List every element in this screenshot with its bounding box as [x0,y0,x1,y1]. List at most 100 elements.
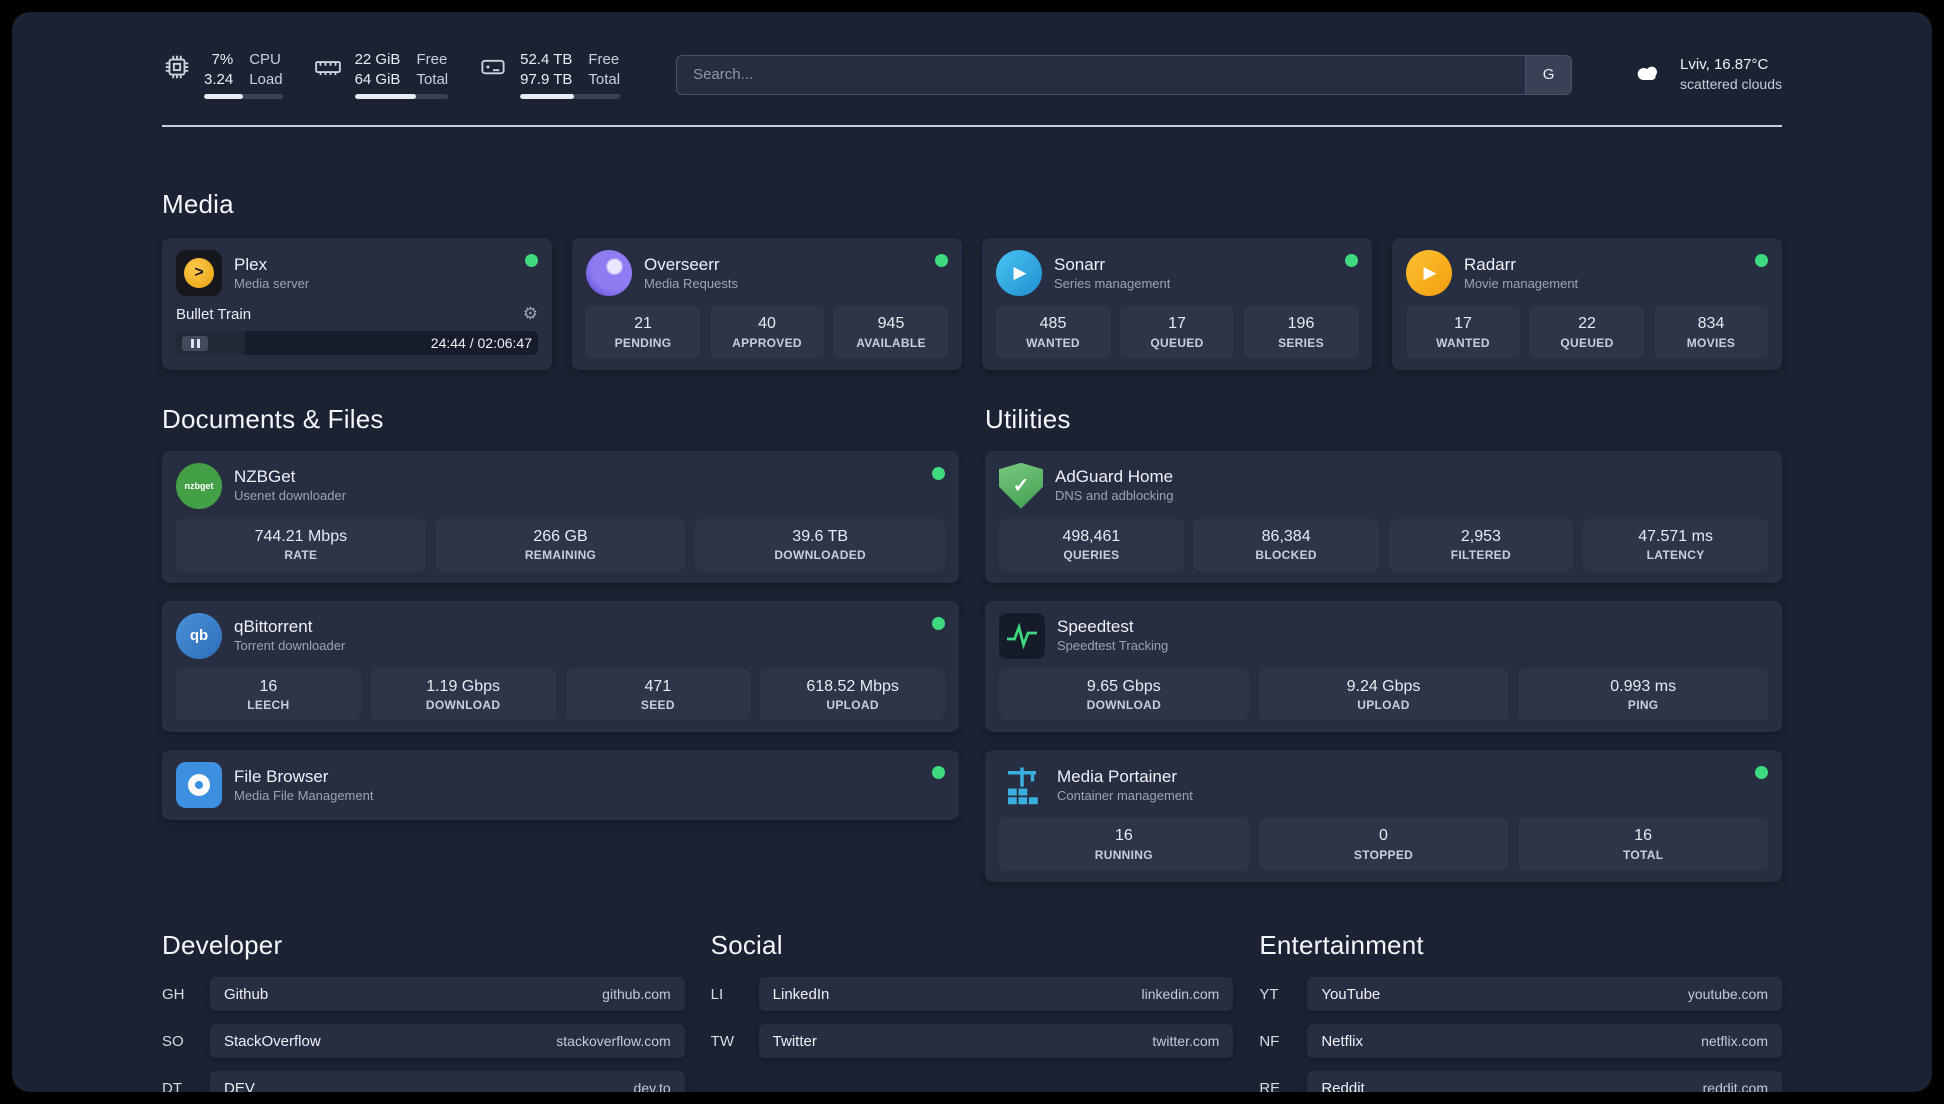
stat-tile-wanted: 485 WANTED [996,306,1110,358]
app-name-overseerr: Overseerr [644,254,720,274]
app-card-plex[interactable]: > Plex Media server Bullet Train ⚙ 24:44… [162,238,552,370]
status-dot-overseerr [935,254,948,267]
status-dot-radarr [1755,254,1768,267]
app-card-portainer[interactable]: Media Portainer Container management 16 … [985,750,1782,883]
section-title-documents: Documents & Files [162,403,384,434]
bookmarks-social: Social LI LinkedIn linkedin.com TW Twitt… [711,930,1234,1092]
bookmark-link-dev[interactable]: DEV dev.to [210,1071,685,1092]
hard-disk-icon [478,52,508,82]
app-card-overseerr[interactable]: Overseerr Media Requests 21 PENDING 40 A… [572,238,962,370]
stat-tile-filtered: 2,953 FILTERED [1388,518,1574,571]
stat-tile-leech: 16 LEECH [176,668,361,721]
topbar: 7% CPU 3.24 Load 22 GiB Free 64 GiB Tota… [162,12,1782,99]
app-card-radarr[interactable]: ▶ Radarr Movie management 17 WANTED 22 Q… [1392,238,1782,370]
stat-tile-seed: 471 SEED [565,668,751,721]
search-engine-button[interactable]: G [1525,55,1572,94]
app-desc-filebrowser: Media File Management [234,787,374,803]
cpu-percent: 7% [211,51,234,68]
stat-tile-queued: 17 QUEUED [1120,306,1234,358]
app-card-nzbget[interactable]: nzbget NZBGet Usenet downloader 744.21 M… [162,450,959,583]
bookmark-link-linkedin[interactable]: LinkedIn linkedin.com [758,977,1234,1012]
bookmark-link-twitter[interactable]: Twitter twitter.com [758,1024,1234,1059]
bookmark-link-netflix[interactable]: Netflix netflix.com [1307,1024,1782,1059]
bookmarks-entertainment: Entertainment YT YouTube youtube.com NF … [1259,930,1782,1092]
stat-tile-running: 16 RUNNING [999,818,1249,871]
bookmark-link-reddit[interactable]: Reddit reddit.com [1307,1071,1782,1092]
plex-icon: > [176,250,222,296]
app-card-filebrowser[interactable]: File Browser Media File Management [162,750,959,821]
bookmark-abbr: SO [162,1032,184,1050]
utilities-section: Utilities ✓ AdGuard Home DNS and adblock… [985,404,1782,900]
app-card-speedtest[interactable]: Speedtest Speedtest Tracking 9.65 Gbps D… [985,600,1782,733]
app-desc-qbittorrent: Torrent downloader [234,638,346,654]
section-title-developer: Developer [162,930,283,961]
ram-monitor: 22 GiB Free 64 GiB Total [313,50,449,99]
pause-icon[interactable] [182,335,208,351]
playback-time: 24:44 / 02:06:47 [430,335,532,351]
app-name-qbittorrent: qBittorrent [234,617,313,637]
cpu-label-bottom: Load [249,70,283,88]
media-section: > Plex Media server Bullet Train ⚙ 24:44… [162,238,1782,370]
ram-stick-icon [313,52,343,82]
stat-tile-approved: 40 APPROVED [710,306,824,358]
app-card-qbittorrent[interactable]: qb qBittorrent Torrent downloader 16 LEE… [162,600,959,733]
status-dot-plex [525,254,538,267]
app-name-radarr: Radarr [1464,254,1516,274]
overseerr-icon [586,250,632,296]
app-name-adguard: AdGuard Home [1055,467,1174,487]
status-dot-portainer [1755,766,1768,780]
bookmark-netflix: NF Netflix netflix.com [1259,1024,1782,1059]
stat-tile-series: 196 SERIES [1244,306,1358,358]
playback-progress-bar[interactable]: 24:44 / 02:06:47 [176,331,538,355]
filebrowser-icon [176,762,222,809]
bookmark-abbr: GH [162,985,185,1003]
app-name-filebrowser: File Browser [234,766,329,786]
ram-total-value: 64 GiB [354,70,401,88]
now-playing-title: Bullet Train [176,305,252,323]
stat-tile-stopped: 0 STOPPED [1258,818,1509,871]
bookmark-link-youtube[interactable]: YouTube youtube.com [1307,977,1782,1012]
bookmark-link-github[interactable]: Github github.com [210,977,685,1012]
bookmark-abbr: TW [710,1032,734,1050]
bookmark-linkedin: LI LinkedIn linkedin.com [711,977,1234,1012]
documents-section: Documents & Files nzbget NZBGet Usenet d… [162,404,959,900]
bookmark-abbr: YT [1259,985,1279,1003]
speedtest-graph-icon [999,612,1045,659]
ram-meter [354,94,449,99]
app-desc-overseerr: Media Requests [644,275,738,291]
app-name-plex: Plex [234,254,268,274]
status-dot-sonarr [1345,254,1358,267]
stat-tile-queries: 498,461 QUERIES [999,518,1184,571]
section-title-utilities: Utilities [985,403,1071,434]
app-name-portainer: Media Portainer [1057,766,1178,786]
search-input[interactable] [677,66,1526,83]
stat-tile-latency: 47.571 ms LATENCY [1583,518,1768,571]
cpu-chip-icon [162,52,192,82]
cpu-load-value: 3.24 [204,70,234,88]
ram-free-value: 22 GiB [354,51,401,68]
app-card-sonarr[interactable]: ▶ Sonarr Series management 485 WANTED 17… [982,238,1372,370]
section-title-social: Social [710,930,783,961]
disk-total-value: 97.9 TB [520,70,573,88]
stat-tile-remaining: 266 GB REMAINING [435,518,686,571]
stat-tile-downloaded: 39.6 TB DOWNLOADED [695,518,946,571]
bookmark-link-stackoverflow[interactable]: StackOverflow stackoverflow.com [210,1024,685,1059]
stat-tile-total: 16 TOTAL [1518,818,1769,871]
weather-location: Lviv, 16.87°C [1680,55,1769,73]
app-desc-plex: Media server [234,275,310,291]
plex-now-playing: Bullet Train ⚙ 24:44 / 02:06:47 [176,304,538,355]
ram-label-top: Free [416,51,448,68]
bookmark-youtube: YT YouTube youtube.com [1259,977,1782,1012]
radarr-icon: ▶ [1406,250,1452,296]
sonarr-icon: ▶ [996,250,1042,296]
stat-tile-movies: 834 MOVIES [1654,306,1768,358]
stat-tile-pending: 21 PENDING [586,306,700,358]
bookmark-abbr: DT [162,1079,182,1092]
settings-gear-icon[interactable]: ⚙ [523,304,538,324]
adguard-shield-icon: ✓ [999,462,1043,509]
app-card-adguard[interactable]: ✓ AdGuard Home DNS and adblocking 498,46… [985,450,1782,583]
stat-tile-ping: 0.993 ms PING [1518,668,1769,721]
weather-widget: Lviv, 16.87°C scattered clouds [1628,55,1782,94]
bookmark-abbr: NF [1259,1032,1280,1050]
stat-tile-upload: 618.52 Mbps UPLOAD [760,668,945,721]
